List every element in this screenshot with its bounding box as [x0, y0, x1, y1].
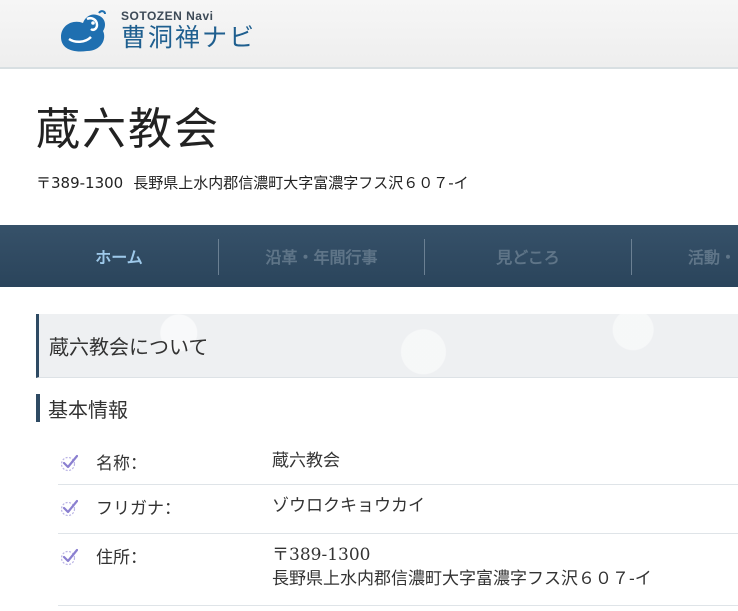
info-row-address: 住所： 〒389-1300 長野県上水内郡信濃町大字富濃字フス沢６０７-イ — [58, 534, 738, 606]
info-label: 住所： — [96, 548, 147, 568]
nav-divider — [631, 239, 632, 275]
info-row-furigana: フリガナ： ゾウロクキョウカイ — [58, 485, 738, 534]
logo-subtitle: SOTOZEN Navi — [121, 8, 214, 23]
section-title: 蔵六教会について — [49, 335, 209, 359]
postal-code: 〒389-1300 — [36, 174, 124, 192]
main-nav: ホーム 沿革・年間行事 見どころ 活動・ — [0, 225, 738, 287]
address-line: 長野県上水内郡信濃町大字富濃字フス沢６０７-イ — [272, 569, 652, 589]
nav-item-history[interactable]: 沿革・年間行事 — [219, 225, 424, 287]
logo-text: SOTOZEN Navi 曹洞禅ナビ — [121, 8, 257, 53]
site-logo-link[interactable]: SOTOZEN Navi 曹洞禅ナビ — [55, 9, 256, 55]
basic-info-heading: 基本情報 — [36, 394, 128, 422]
info-label: フリガナ： — [96, 499, 181, 519]
info-value: 〒389-1300 長野県上水内郡信濃町大字富濃字フス沢６０７-イ — [272, 543, 652, 591]
page-title: 蔵六教会 — [36, 104, 220, 155]
logo-title: 曹洞禅ナビ — [121, 22, 257, 52]
check-icon — [60, 454, 78, 472]
info-value: 蔵六教会 — [272, 451, 340, 471]
sotozen-logo-icon — [61, 10, 106, 52]
check-icon — [60, 499, 78, 517]
info-row-name: 名称： 蔵六教会 — [58, 440, 738, 485]
nav-item-home[interactable]: ホーム — [20, 225, 218, 287]
section-heading: 蔵六教会について — [36, 314, 738, 378]
info-value: ゾウロクキョウカイ — [272, 496, 425, 516]
info-label: 名称： — [96, 454, 147, 474]
site-header: SOTOZEN Navi 曹洞禅ナビ — [0, 0, 738, 69]
check-icon — [60, 548, 78, 566]
address-postal: 〒389-1300 — [272, 545, 371, 565]
temple-address: 〒389-1300 長野県上水内郡信濃町大字富濃字フス沢６０７-イ — [36, 172, 469, 193]
basic-info-title: 基本情報 — [48, 397, 128, 422]
nav-item-activities[interactable]: 活動・ — [688, 225, 738, 287]
page: SOTOZEN Navi 曹洞禅ナビ 蔵六教会 〒389-1300 長野県上水内郡… — [0, 0, 738, 611]
address-text: 長野県上水内郡信濃町大字富濃字フス沢６０７-イ — [133, 174, 469, 192]
nav-item-highlights[interactable]: 見どころ — [425, 225, 631, 287]
